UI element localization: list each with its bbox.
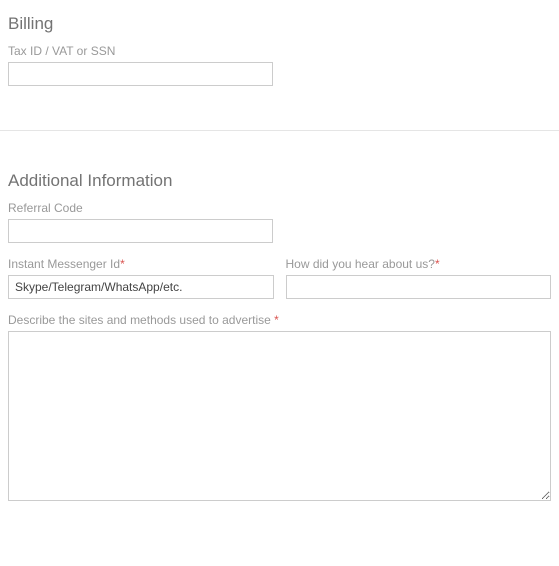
referral-label: Referral Code: [8, 201, 551, 215]
describe-field-group: Describe the sites and methods used to a…: [8, 313, 551, 504]
describe-required-mark: *: [274, 313, 279, 327]
billing-title: Billing: [8, 14, 551, 34]
hear-field-group: How did you hear about us?*: [286, 257, 552, 299]
im-required-mark: *: [120, 257, 125, 271]
describe-textarea[interactable]: [8, 331, 551, 501]
im-input[interactable]: [8, 275, 274, 299]
im-label: Instant Messenger Id*: [8, 257, 274, 271]
additional-title: Additional Information: [8, 171, 551, 191]
referral-field-group: Referral Code: [8, 201, 551, 243]
referral-input[interactable]: [8, 219, 273, 243]
additional-section: Additional Information Referral Code Ins…: [0, 131, 559, 538]
hear-label-text: How did you hear about us?: [286, 257, 435, 271]
hear-label: How did you hear about us?*: [286, 257, 552, 271]
describe-label: Describe the sites and methods used to a…: [8, 313, 551, 327]
im-field-group: Instant Messenger Id*: [8, 257, 274, 299]
describe-label-text: Describe the sites and methods used to a…: [8, 313, 274, 327]
im-hear-row: Instant Messenger Id* How did you hear a…: [8, 257, 551, 299]
tax-field-group: Tax ID / VAT or SSN: [8, 44, 551, 86]
tax-input[interactable]: [8, 62, 273, 86]
im-label-text: Instant Messenger Id: [8, 257, 120, 271]
hear-required-mark: *: [435, 257, 440, 271]
tax-label: Tax ID / VAT or SSN: [8, 44, 551, 58]
billing-section: Billing Tax ID / VAT or SSN: [0, 0, 559, 130]
hear-input[interactable]: [286, 275, 552, 299]
